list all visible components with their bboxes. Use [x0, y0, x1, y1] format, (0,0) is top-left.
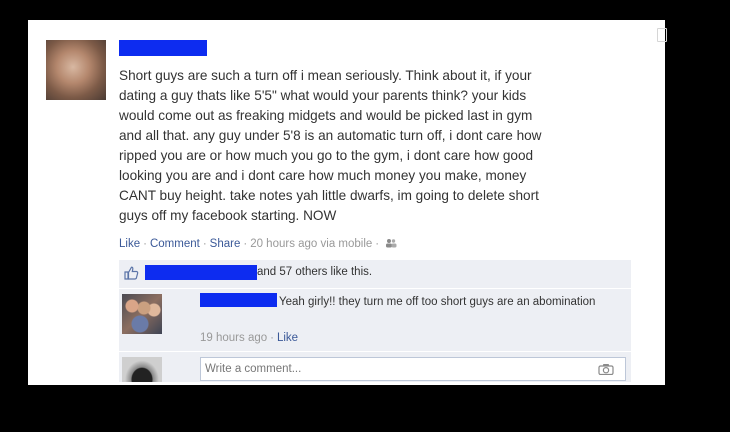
comment-link[interactable]: Comment: [150, 238, 200, 250]
comment-meta: 19 hours ago · Like: [200, 332, 299, 344]
share-link[interactable]: Share: [210, 238, 241, 250]
comment-timestamp[interactable]: 19 hours ago: [200, 332, 267, 344]
comment-input[interactable]: [200, 357, 626, 381]
like-link[interactable]: Like: [119, 238, 140, 250]
post-timestamp[interactable]: 20 hours ago via mobile: [250, 238, 372, 250]
likes-count-text: and 57 others like this.: [257, 266, 372, 278]
divider: [119, 288, 631, 289]
divider: [119, 351, 631, 352]
comment-like-link[interactable]: Like: [277, 332, 298, 344]
likes-row: and 57 others like this.: [119, 260, 631, 288]
camera-icon[interactable]: [598, 362, 614, 380]
redacted-author-name: [119, 40, 207, 56]
friends-icon[interactable]: [385, 238, 397, 251]
post-card: Short guys are such a turn off i mean se…: [28, 20, 667, 385]
post-actions: Like · Comment · Share · 20 hours ago via mobi…: [119, 238, 397, 251]
commenter-avatar[interactable]: [122, 294, 162, 334]
likes-text[interactable]: and 57 others like this.: [257, 266, 372, 278]
comments-box: and 57 others like this. Yeah girly!! th…: [119, 260, 631, 382]
options-corner-icon[interactable]: [657, 28, 667, 42]
post-text: Short guys are such a turn off i mean se…: [119, 68, 542, 223]
redacted-liker-name: [145, 265, 257, 280]
comment-text: Yeah girly!! they turn me off too short …: [279, 296, 596, 308]
author-avatar[interactable]: [46, 40, 106, 100]
current-user-avatar: [122, 357, 162, 382]
thumbs-up-icon: [124, 266, 139, 285]
